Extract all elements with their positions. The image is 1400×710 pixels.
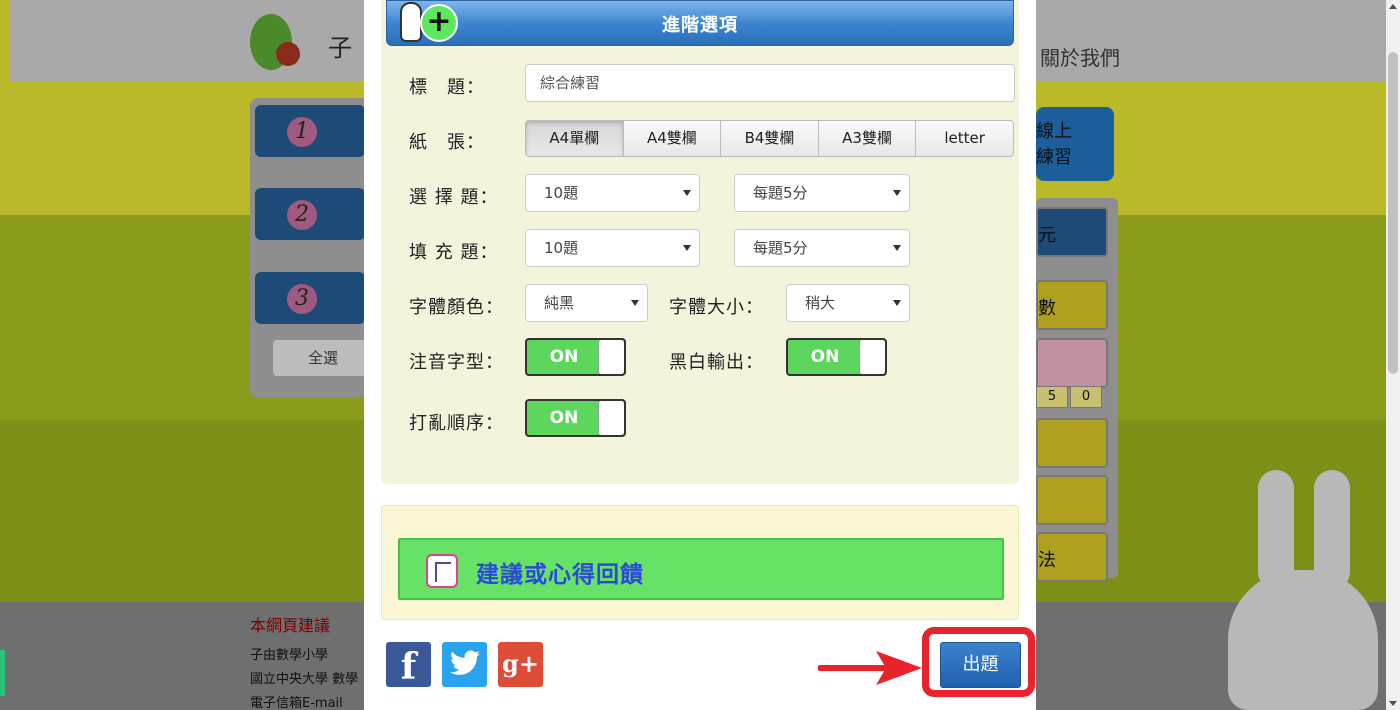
score-cell: 0 <box>1070 386 1102 408</box>
submit-button[interactable]: 出題 <box>940 642 1021 688</box>
font-size-select[interactable]: 稍大 <box>786 284 910 322</box>
bw-label: 黑白輸出： <box>669 352 764 373</box>
paper-option-a4-single[interactable]: A4單欄 <box>526 121 624 156</box>
chevron-down-icon <box>683 245 691 251</box>
footer-line: 電子信箱E-mail <box>250 696 343 710</box>
fill-label: 填 充 題： <box>409 242 499 263</box>
googleplus-icon: g+ <box>502 649 539 678</box>
zhuyin-label: 注音字型： <box>409 352 504 373</box>
twitter-share-button[interactable] <box>442 642 487 687</box>
fill-count-value: 10題 <box>544 239 579 257</box>
online-practice-line2: 練習 <box>1036 147 1072 168</box>
choice-score-select[interactable]: 每題5分 <box>734 174 910 212</box>
scroll-down-icon[interactable] <box>1389 701 1397 706</box>
chevron-down-icon <box>631 300 639 306</box>
plus-icon: + <box>420 4 458 42</box>
toggle-state: ON <box>810 347 840 367</box>
bw-toggle[interactable]: ON <box>786 338 887 376</box>
font-color-value: 純黑 <box>544 294 575 312</box>
right-item[interactable]: 元 <box>1036 207 1108 257</box>
fill-count-select[interactable]: 10題 <box>525 229 700 267</box>
step-1[interactable]: 1 <box>255 105 365 157</box>
step-number: 3 <box>287 284 317 314</box>
step-3[interactable]: 3 <box>255 272 365 324</box>
font-color-label: 字體顏色： <box>409 297 504 318</box>
choice-count-value: 10題 <box>544 184 579 202</box>
shuffle-label: 打亂順序： <box>409 413 504 434</box>
rabbit-head <box>1228 570 1378 710</box>
toggle-knob <box>598 340 624 374</box>
panel-header: 進階選項 <box>386 0 1014 46</box>
toggle-knob <box>859 340 885 374</box>
paper-option-b4-double[interactable]: B4雙欄 <box>721 121 819 156</box>
title-input[interactable]: 綜合練習 <box>525 64 1015 102</box>
select-all-button[interactable]: 全選 <box>273 340 373 376</box>
choice-count-select[interactable]: 10題 <box>525 174 700 212</box>
toggle-knob <box>598 401 624 435</box>
online-practice-button[interactable]: 線上 練習 <box>1036 107 1114 181</box>
font-size-label: 字體大小： <box>669 297 764 318</box>
font-size-value: 稍大 <box>805 294 836 312</box>
choice-label: 選 擇 題： <box>409 187 499 208</box>
feedback-button[interactable]: 建議或心得回饋 <box>398 538 1004 600</box>
right-item[interactable]: 法 <box>1036 532 1108 582</box>
font-color-select[interactable]: 純黑 <box>525 284 648 322</box>
side-feedback-tab[interactable] <box>0 650 5 696</box>
chevron-down-icon <box>683 190 691 196</box>
score-cell: 5 <box>1036 386 1068 408</box>
step-number: 2 <box>287 200 317 230</box>
right-item <box>1036 338 1108 388</box>
twitter-icon <box>449 650 480 675</box>
fill-score-value: 每題5分 <box>753 239 808 257</box>
scroll-up-icon[interactable] <box>1389 4 1397 9</box>
online-practice-line1: 線上 <box>1036 121 1072 142</box>
chevron-down-icon <box>893 300 901 306</box>
footer-line: 本網頁建議 <box>250 616 331 635</box>
fill-score-select[interactable]: 每題5分 <box>734 229 910 267</box>
options-panel: 標 題： 綜合練習 紙 張： A4單欄 A4雙欄 B4雙欄 A3雙欄 lette… <box>381 0 1019 484</box>
feedback-section: 建議或心得回饋 <box>381 505 1019 620</box>
footer-line: 子由數學小學 <box>250 648 329 663</box>
page-scrollbar[interactable] <box>1386 0 1400 710</box>
footer-line: 國立中央大學 數學 <box>250 672 359 687</box>
paper-option-a3-double[interactable]: A3雙欄 <box>818 121 917 156</box>
site-logo: 子 <box>250 10 352 74</box>
scrollbar-thumb[interactable] <box>1388 52 1398 374</box>
step-2[interactable]: 2 <box>255 188 365 240</box>
rabbit-plus-icon: + <box>400 0 460 46</box>
title-label: 標 題： <box>409 77 485 98</box>
chevron-down-icon <box>893 245 901 251</box>
step-number: 1 <box>287 117 317 147</box>
about-link[interactable]: 關於我們 <box>1040 42 1120 71</box>
feedback-label: 建議或心得回饋 <box>476 562 644 588</box>
shuffle-toggle[interactable]: ON <box>525 399 626 437</box>
rabbit-mascot-image <box>1228 470 1378 710</box>
facebook-icon: f <box>400 646 417 688</box>
paper-option-letter[interactable]: letter <box>916 121 1013 156</box>
googleplus-share-button[interactable]: g+ <box>498 642 543 687</box>
right-item[interactable]: 數 <box>1036 280 1108 330</box>
right-item[interactable] <box>1036 475 1108 525</box>
chevron-down-icon <box>893 190 901 196</box>
paper-label: 紙 張： <box>409 132 485 153</box>
right-item[interactable] <box>1036 418 1108 468</box>
rabbit-icon <box>400 2 422 42</box>
logo-text: 子 <box>328 34 352 62</box>
panel-title: 進階選項 <box>662 15 738 36</box>
toggle-state: ON <box>549 408 579 428</box>
zhuyin-toggle[interactable]: ON <box>525 338 626 376</box>
facebook-share-button[interactable]: f <box>386 642 431 688</box>
choice-score-value: 每題5分 <box>753 184 808 202</box>
red-arrow-annotation <box>818 651 922 685</box>
paper-size-group: A4單欄 A4雙欄 B4雙欄 A3雙欄 letter <box>525 120 1014 157</box>
feedback-icon <box>426 554 458 588</box>
paper-option-a4-double[interactable]: A4雙欄 <box>623 121 722 156</box>
toggle-state: ON <box>549 347 579 367</box>
advanced-options-modal: 標 題： 綜合練習 紙 張： A4單欄 A4雙欄 B4雙欄 A3雙欄 lette… <box>364 0 1036 710</box>
logo-apple-icon <box>276 42 300 66</box>
